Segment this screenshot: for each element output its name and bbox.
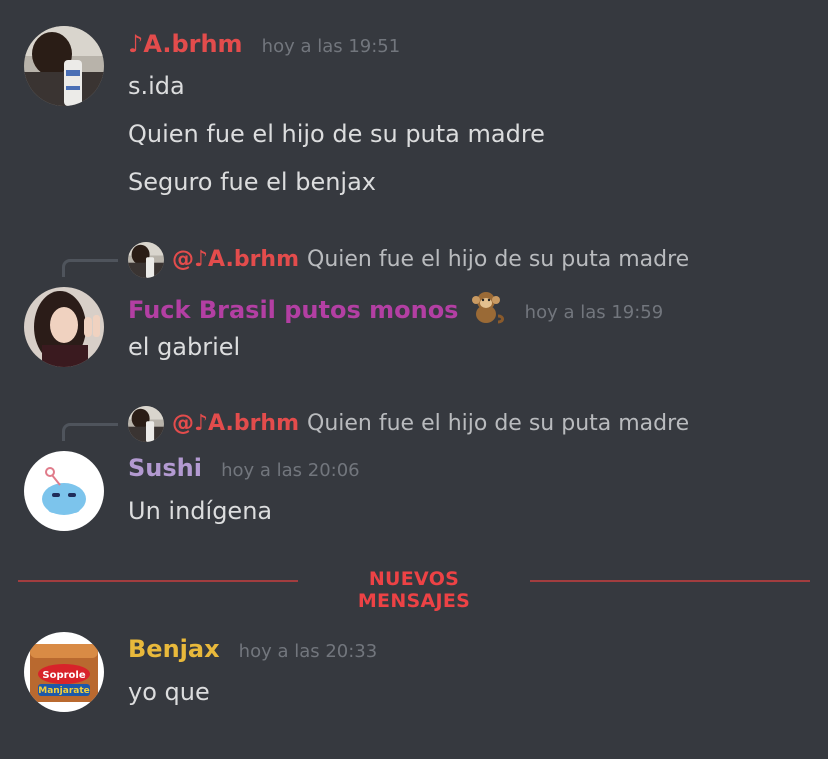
reply-context[interactable]: @♪A.brhm Quien fue el hijo de su puta mad…: [0, 406, 828, 442]
username-abrhm[interactable]: ♪A.brhm: [128, 30, 243, 58]
avatar-abrhm[interactable]: [24, 26, 104, 106]
monkey-icon: [468, 290, 506, 324]
avatar-fuck-brasil[interactable]: [24, 287, 104, 367]
reply-spine: [62, 423, 118, 441]
message-timestamp[interactable]: hoy a las 19:51: [262, 36, 401, 57]
message-text: Quien fue el hijo de su puta madre: [128, 120, 545, 148]
message-text: s.ida: [128, 72, 185, 100]
reply-avatar-abrhm: [128, 406, 164, 442]
benjax-brand-text: Soprole: [42, 670, 85, 681]
divider-line: [530, 580, 810, 582]
message-header: Fuck Brasil putos monos hoy a las 19:59: [128, 290, 663, 324]
username-benjax[interactable]: Benjax: [128, 635, 220, 663]
message-timestamp[interactable]: hoy a las 20:33: [239, 641, 378, 662]
reply-spine: [62, 259, 118, 277]
message-header: Sushi hoy a las 20:06: [128, 454, 360, 488]
reply-preview[interactable]: Quien fue el hijo de su puta madre: [307, 411, 689, 436]
new-messages-label: NUEVOS MENSAJES: [357, 568, 471, 612]
reply-text: @♪A.brhm Quien fue el hijo de su puta mad…: [172, 411, 689, 436]
reply-mention[interactable]: @♪A.brhm: [172, 247, 299, 272]
message-header: ♪A.brhm hoy a las 19:51: [128, 30, 400, 64]
message-timestamp[interactable]: hoy a las 19:59: [525, 302, 664, 323]
message-timestamp[interactable]: hoy a las 20:06: [221, 460, 360, 481]
avatar-sushi[interactable]: [24, 451, 104, 531]
message-header: Benjax hoy a las 20:33: [128, 635, 377, 669]
message-text: yo que: [128, 678, 210, 706]
new-messages-divider: NUEVOS MENSAJES: [18, 568, 810, 612]
username-fuck-brasil[interactable]: Fuck Brasil putos monos: [128, 296, 458, 324]
reply-avatar-abrhm: [128, 242, 164, 278]
chat-log: ♪A.brhm hoy a las 19:51 s.ida Quien fue …: [0, 0, 828, 759]
avatar-benjax[interactable]: Soprole Manjarate: [24, 632, 104, 712]
benjax-product-text: Manjarate: [38, 686, 90, 696]
divider-line: [18, 580, 298, 582]
message-text: Seguro fue el benjax: [128, 168, 377, 196]
reply-text: @♪A.brhm Quien fue el hijo de su puta mad…: [172, 247, 689, 272]
message-text: Un indígena: [128, 497, 273, 525]
reply-mention[interactable]: @♪A.brhm: [172, 411, 299, 436]
reply-context[interactable]: @♪A.brhm Quien fue el hijo de su puta mad…: [0, 242, 828, 278]
reply-preview[interactable]: Quien fue el hijo de su puta madre: [307, 247, 689, 272]
message-text: el gabriel: [128, 333, 241, 361]
username-sushi[interactable]: Sushi: [128, 454, 202, 482]
